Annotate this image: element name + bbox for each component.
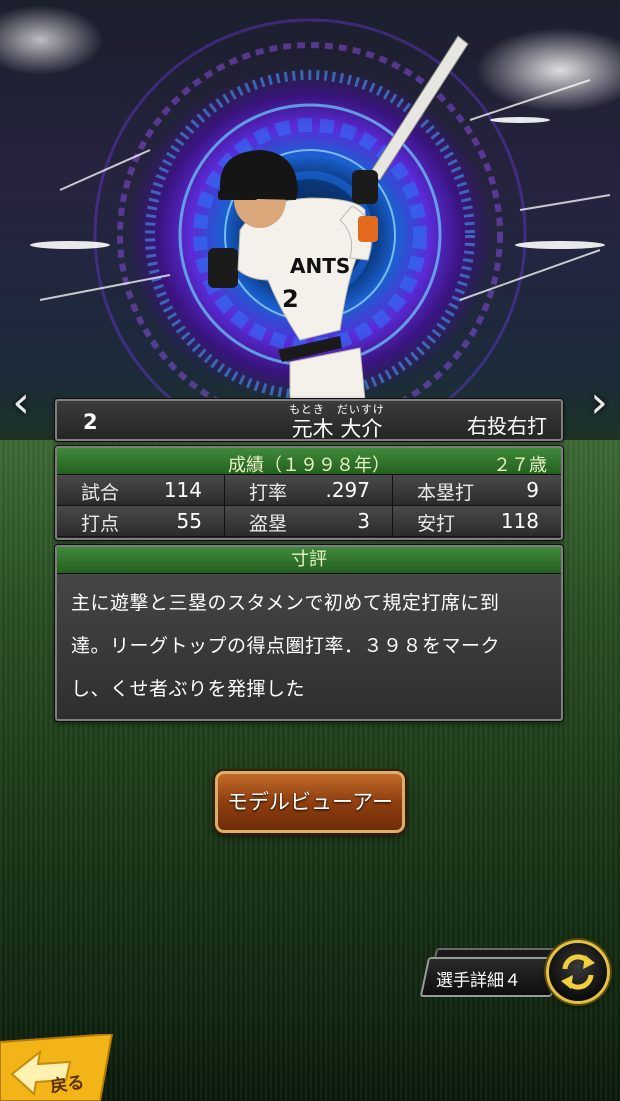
player-detail-label[interactable]: 選手詳細４ [436, 966, 521, 991]
stats-panel: 成績（１９９８年） ２７歳 試合 114 打率 .297 本塁打 9 打点 55… [55, 446, 563, 540]
stat-hits: 安打 118 [393, 506, 561, 537]
stat-value: 55 [176, 509, 202, 533]
chevron-left-icon[interactable]: ‹ [6, 378, 36, 428]
jersey-text: ANTS [290, 254, 350, 278]
stat-value: 9 [526, 478, 539, 502]
comment-line: 主に遊撃と三塁のスタメンで初めて規定打席に到 [71, 592, 500, 614]
stat-label: 試合 [81, 482, 120, 504]
chevron-right-icon[interactable]: › [584, 378, 614, 428]
stat-value: 118 [500, 509, 539, 533]
jersey-number: 2 [282, 285, 299, 313]
player-name-panel: 2 もとき だいすけ 元木 大介 右投右打 [55, 399, 563, 441]
comment-title: 寸評 [57, 547, 561, 574]
stat-value: 3 [357, 509, 370, 533]
stat-value: .297 [325, 478, 370, 502]
comment-line: 達。リーグトップの得点圏打率．３９８をマーク [71, 635, 501, 657]
player-name: 元木 大介 [291, 417, 383, 441]
player-image: ANTS 2 [208, 35, 469, 400]
comment-panel: 寸評 主に遊撃と三塁のスタメンで初めて規定打席に到 達。リーグトップの得点圏打率… [55, 545, 563, 721]
uniform-number: 2 [83, 410, 98, 434]
stat-label: 本塁打 [417, 482, 475, 504]
swap-arrows-icon [561, 954, 595, 990]
stat-label: 安打 [417, 513, 456, 535]
stat-games: 試合 114 [57, 475, 225, 506]
stat-steals: 盗塁 3 [225, 506, 393, 537]
stat-home-runs: 本塁打 9 [393, 475, 561, 506]
stat-label: 打率 [249, 482, 288, 504]
back-label[interactable]: 戻る [48, 1068, 85, 1098]
stats-grid: 試合 114 打率 .297 本塁打 9 打点 55 盗塁 3 安打 118 [57, 475, 561, 537]
model-viewer-button[interactable]: モデルビューアー [215, 771, 405, 833]
comment-line: し、くせ者ぶりを発揮した [71, 678, 306, 700]
stat-label: 打点 [81, 513, 120, 535]
stats-title: 成績（１９９８年） [228, 455, 390, 476]
stat-rbi: 打点 55 [57, 506, 225, 537]
stat-average: 打率 .297 [225, 475, 393, 506]
swap-button[interactable] [546, 940, 610, 1004]
comment-body: 主に遊撃と三塁のスタメンで初めて規定打席に到 達。リーグトップの得点圏打率．３９… [57, 574, 561, 711]
handedness: 右投右打 [467, 414, 547, 438]
stats-header: 成績（１９９８年） ２７歳 [57, 448, 561, 476]
stat-value: 114 [163, 478, 202, 502]
stat-label: 盗塁 [249, 513, 288, 535]
player-age: ２７歳 [493, 455, 547, 476]
